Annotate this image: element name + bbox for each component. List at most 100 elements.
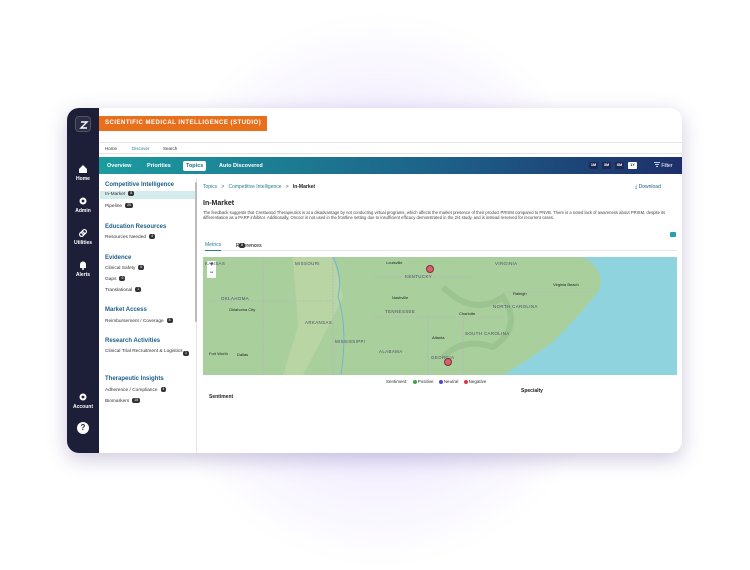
gear-icon xyxy=(79,393,87,401)
tab-overview[interactable]: Overview xyxy=(104,161,134,171)
filter-icon xyxy=(654,162,660,167)
rail-label-alerts: Alerts xyxy=(75,272,91,278)
state-label: KANSAS xyxy=(205,261,226,266)
filter-label: Filter xyxy=(661,163,673,169)
topics-sidebar: Competitive Intelligence In-Market 8 Pipe… xyxy=(99,178,197,453)
tab-auto-discovered[interactable]: Auto Discovered xyxy=(216,161,266,171)
item-label: In-Market xyxy=(105,192,126,197)
count-badge: 6 xyxy=(119,276,126,281)
zoom-out-button[interactable]: − xyxy=(207,269,216,277)
filter-button[interactable]: Filter xyxy=(654,162,673,169)
city-label: Oklahoma City xyxy=(229,307,256,312)
state-label: SOUTH CAROLINA xyxy=(465,331,510,336)
sentiment-heading: Sentiment xyxy=(209,394,234,400)
home-icon xyxy=(79,165,87,173)
item-label: Pipeline xyxy=(105,203,123,209)
state-label: OKLAHOMA xyxy=(221,296,250,301)
gear-icon xyxy=(79,197,87,205)
sidebar-scrollbar[interactable] xyxy=(195,182,197,322)
count-badge: 6 xyxy=(138,265,145,270)
main-panel: Topics > Competitive Intelligence > In-M… xyxy=(203,178,682,453)
item-label: Adherence / Compliance xyxy=(105,387,158,393)
count-badge: 5 xyxy=(166,318,173,323)
download-button[interactable]: ⤓ Download xyxy=(635,184,661,190)
city-label: Charlotte xyxy=(459,311,476,316)
city-label: Dallas xyxy=(237,352,249,357)
chevron-right-icon: > xyxy=(282,184,292,190)
rail-item-account[interactable]: Account xyxy=(67,392,99,410)
sidebar-item-biomarkers[interactable]: Biomarkers 15 xyxy=(105,398,141,404)
legend-label-positive: Positive xyxy=(417,379,434,384)
tab-priorities[interactable]: Priorities xyxy=(144,161,174,171)
subtab-metrics[interactable]: Metrics xyxy=(205,242,222,251)
item-label: Translational xyxy=(105,287,133,293)
state-label: KENTUCKY xyxy=(405,274,433,279)
link-icon xyxy=(78,228,88,238)
breadcrumb: Topics > Competitive Intelligence > In-M… xyxy=(203,184,315,190)
city-label: Fort Worth xyxy=(209,351,228,356)
count-badge: 15 xyxy=(132,398,141,403)
page-title: In-Market xyxy=(203,200,235,207)
range-3m[interactable]: 3M xyxy=(602,162,611,169)
range-1y[interactable]: 1Y xyxy=(628,162,637,169)
count-badge: 1 xyxy=(183,351,189,356)
city-label: Louisville xyxy=(386,260,403,265)
help-button[interactable]: ? xyxy=(77,422,89,434)
sidebar-item-pipeline[interactable]: Pipeline 29 xyxy=(105,203,133,209)
topnav-discover[interactable]: Discover xyxy=(132,146,150,151)
rail-item-utilities[interactable]: Utilities xyxy=(67,228,99,246)
map-marker-negative[interactable] xyxy=(426,265,434,273)
range-1m[interactable]: 1M xyxy=(589,162,598,169)
range-6m[interactable]: 6M xyxy=(615,162,624,169)
topnav-home[interactable]: Home xyxy=(105,146,117,151)
sidebar-item-gaps[interactable]: Gaps 6 xyxy=(105,276,126,282)
sidebar-item-translational[interactable]: Translational 1 xyxy=(105,287,142,293)
city-label: Nashville xyxy=(392,295,409,300)
city-label: Atlanta xyxy=(432,335,445,340)
chevron-right-icon: > xyxy=(218,184,228,190)
sidebar-item-in-market[interactable]: In-Market 8 xyxy=(100,191,197,199)
left-rail: Home Admin Utilities Alerts Account ? xyxy=(67,108,99,453)
rail-label-utilities: Utilities xyxy=(73,240,93,246)
legend-label-negative: Negative xyxy=(468,379,487,384)
sentiment-map[interactable]: + − MISSOURI KENTUCKY VIRGINIA NORTH CAR… xyxy=(203,257,677,375)
rail-item-admin[interactable]: Admin xyxy=(67,196,99,214)
download-icon: ⤓ xyxy=(635,184,638,190)
app-title: SCIENTIFIC MEDICAL INTELLIGENCE (STUDIO) xyxy=(99,116,268,131)
sentiment-legend: Sentiment: Positive Neutral Negative xyxy=(386,379,486,384)
app-logo[interactable] xyxy=(75,116,91,132)
chat-icon[interactable] xyxy=(670,232,676,237)
state-label: ALABAMA xyxy=(379,349,403,354)
item-label: Clinical Safety xyxy=(105,265,136,271)
count-badge: 4 xyxy=(149,234,156,239)
state-label: MISSOURI xyxy=(295,261,320,266)
breadcrumb-competitive-intelligence[interactable]: Competitive Intelligence xyxy=(228,184,281,190)
section-evidence[interactable]: Evidence xyxy=(105,255,131,261)
sidebar-item-clinical-trial[interactable]: Clinical Trial Recruitment & Logistics 1 xyxy=(105,349,189,356)
rail-item-home[interactable]: Home xyxy=(67,164,99,182)
section-market-access[interactable]: Market Access xyxy=(105,307,147,313)
state-label: MISSISSIPPI xyxy=(335,339,366,344)
sidebar-item-adherence[interactable]: Adherence / Compliance 4 xyxy=(105,387,167,393)
map-marker-negative[interactable] xyxy=(444,358,452,366)
breadcrumb-topics[interactable]: Topics xyxy=(203,184,217,190)
section-competitive-intelligence[interactable]: Competitive Intelligence xyxy=(105,182,174,188)
section-education-resources[interactable]: Education Resources xyxy=(105,224,166,230)
section-therapeutic-insights[interactable]: Therapeutic Insights xyxy=(105,376,164,382)
sidebar-item-clinical-safety[interactable]: Clinical Safety 6 xyxy=(105,265,145,271)
top-nav: Home Discover Search xyxy=(99,142,682,154)
sidebar-item-resources-needed[interactable]: Resources Needed 4 xyxy=(105,234,156,240)
rail-label-admin: Admin xyxy=(75,208,91,214)
legend-dot-negative xyxy=(463,379,468,384)
rail-label-home: Home xyxy=(76,176,90,182)
topnav-search[interactable]: Search xyxy=(163,146,177,151)
item-label: Resources Needed xyxy=(105,234,147,240)
rail-item-alerts[interactable]: Alerts xyxy=(67,260,99,278)
tab-topics[interactable]: Topics xyxy=(183,161,207,171)
subtab-bar: Metrics References 8 xyxy=(203,241,677,251)
sidebar-item-reimbursement[interactable]: Reimbursement / Coverage 5 xyxy=(105,318,173,324)
city-label: Virginia Beach xyxy=(553,282,579,287)
section-research-activities[interactable]: Research Activities xyxy=(105,338,160,344)
rail-label-account: Account xyxy=(73,404,93,410)
legend-title: Sentiment: xyxy=(386,379,408,384)
